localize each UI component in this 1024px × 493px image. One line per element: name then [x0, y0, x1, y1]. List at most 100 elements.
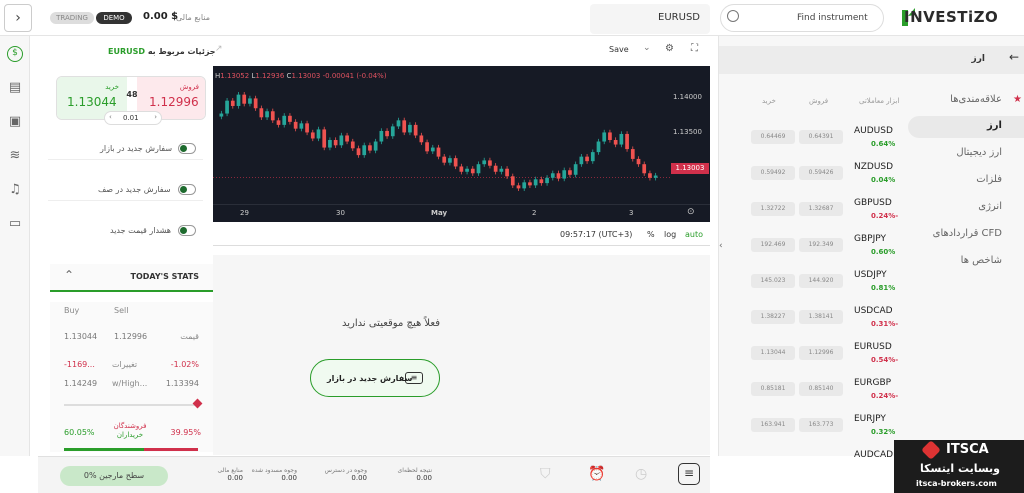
- save-button[interactable]: Save: [609, 45, 629, 54]
- instrument-sell-price[interactable]: 192.349: [799, 238, 843, 252]
- trade-icon[interactable]: $: [7, 46, 23, 62]
- category-energy[interactable]: انرژی: [978, 201, 1002, 212]
- instrument-row[interactable]: EURGBP 0.24%- 0.85140 0.85181: [719, 378, 909, 412]
- instrument-row[interactable]: GBPJPY 0.60% 192.349 192.469: [719, 234, 909, 268]
- instrument-buy-price[interactable]: 145.023: [751, 274, 795, 288]
- candle-body: [390, 126, 395, 137]
- stats-highlow-label: w/High...: [112, 379, 148, 388]
- instrument-row[interactable]: NZDUSD 0.04% 0.59426 0.59492: [719, 162, 909, 196]
- order-option-market[interactable]: سفارش جدید در بازار: [48, 140, 203, 160]
- demo-badge[interactable]: DEMO: [96, 12, 132, 24]
- instrument-buy-price[interactable]: 0.64469: [751, 130, 795, 144]
- fullscreen-icon[interactable]: ⛶: [691, 43, 698, 54]
- pending-order-toggle[interactable]: [178, 184, 196, 195]
- candle-body: [310, 132, 315, 139]
- instrument-sell-price[interactable]: 163.773: [799, 418, 843, 432]
- clock-icon[interactable]: ◷: [635, 466, 647, 482]
- instrument-row[interactable]: AUDCAD: [719, 450, 909, 484]
- auto-scale-button[interactable]: auto: [685, 230, 703, 239]
- wallet-icon[interactable]: ▣: [7, 114, 23, 130]
- percent-scale-button[interactable]: %: [647, 230, 655, 239]
- summary-available-label: وجوه در دسترس: [324, 467, 367, 474]
- instrument-sell-price[interactable]: 1.32687: [799, 202, 843, 216]
- instrument-list-panel: ‹ ← ارز ★ علاقه‌مندی‌ها ارز ارز دیجیتال …: [718, 36, 1024, 460]
- price-alert-toggle[interactable]: [178, 225, 196, 236]
- market-order-toggle[interactable]: [178, 143, 196, 154]
- category-favorites[interactable]: علاقه‌مندی‌ها: [950, 94, 1002, 105]
- lot-decrease-icon[interactable]: ‹: [109, 113, 112, 121]
- instrument-row[interactable]: EURJPY 0.32% 163.773 163.941: [719, 414, 909, 448]
- instrument-buy-price[interactable]: 0.59492: [751, 166, 795, 180]
- instrument-sell-price[interactable]: 1.38141: [799, 310, 843, 324]
- summary-funds-value: 0.00: [227, 474, 243, 482]
- chevron-up-icon[interactable]: ⌃: [64, 268, 74, 282]
- lot-increase-icon[interactable]: ›: [154, 113, 157, 121]
- instrument-row[interactable]: AUDUSD 0.64% 0.64391 0.64469: [719, 126, 909, 160]
- buyers-label: خریداران: [116, 431, 144, 439]
- check-shield-icon[interactable]: ⛉: [540, 466, 551, 482]
- save-dropdown-chevron-icon[interactable]: ⌄: [643, 43, 651, 53]
- price-chart[interactable]: H1.13052 L1.12936 C1.13003 -0.00041 (-0.…: [213, 66, 710, 222]
- margin-level-badge[interactable]: سطح مارجین %0: [60, 466, 168, 486]
- instrument-buy-price[interactable]: 1.13044: [751, 346, 795, 360]
- summary-blocked-value: 0.00: [281, 474, 297, 482]
- candle-body: [322, 129, 327, 148]
- alarm-icon[interactable]: ⏰: [588, 466, 605, 482]
- candle-body: [362, 145, 367, 156]
- instrument-symbol: EURJPY: [854, 414, 886, 424]
- log-scale-button[interactable]: log: [664, 230, 676, 239]
- symbol-tab[interactable]: EURUSD: [590, 4, 710, 34]
- new-market-order-button[interactable]: ≡ سفارش جدید در بازار: [310, 359, 440, 397]
- instrument-buy-price[interactable]: 1.32722: [751, 202, 795, 216]
- undo-arrow-icon[interactable]: ↗: [215, 44, 223, 54]
- instrument-symbol: GBPJPY: [854, 234, 886, 244]
- y-tick-2: 1.13500: [673, 128, 702, 136]
- instrument-sell-price[interactable]: 0.59426: [799, 166, 843, 180]
- portfolio-icon[interactable]: ▤: [7, 80, 23, 96]
- instrument-row[interactable]: EURUSD 0.54%- 1.12996 1.13044: [719, 342, 909, 376]
- instrument-buy-price[interactable]: 192.469: [751, 238, 795, 252]
- back-arrow-icon[interactable]: ←: [1009, 50, 1019, 64]
- candle-body: [288, 115, 292, 122]
- instrument-buy-price[interactable]: 163.941: [751, 418, 795, 432]
- candle-body: [476, 164, 481, 174]
- today-stats-header[interactable]: ⌃ TODAY'S STATS: [50, 264, 213, 292]
- instrument-row[interactable]: USDJPY 0.81% 144.920 145.023: [719, 270, 909, 304]
- category-metals[interactable]: فلزات: [976, 174, 1002, 185]
- category-crypto[interactable]: ارز دیجیتال: [956, 147, 1002, 158]
- collapse-toggle-button[interactable]: ›: [4, 4, 32, 32]
- instrument-change: 0.31%-: [871, 320, 899, 328]
- category-currency-active[interactable]: [908, 116, 1024, 138]
- candle-body: [533, 179, 538, 186]
- candle-body: [270, 111, 275, 121]
- candle-body: [293, 121, 298, 129]
- category-title: ارز: [971, 54, 985, 64]
- instrument-buy-price[interactable]: 1.38227: [751, 310, 795, 324]
- instrument-sell-price[interactable]: 1.12996: [799, 346, 843, 360]
- sentiment-bar-buyers: [64, 448, 144, 451]
- chart-settings-gear-icon[interactable]: ⊙: [687, 207, 695, 217]
- chat-icon[interactable]: ▭: [7, 216, 23, 232]
- category-cfd[interactable]: قراردادهای CFD: [933, 228, 1002, 239]
- instrument-sell-price[interactable]: 0.85140: [799, 382, 843, 396]
- candle-body: [225, 100, 229, 114]
- trading-mode-badge[interactable]: TRADING: [50, 12, 94, 24]
- instrument-sell-price[interactable]: 144.920: [799, 274, 843, 288]
- signal-icon[interactable]: ≋: [7, 148, 23, 164]
- x-tick-30: 30: [336, 209, 345, 217]
- balance-value: 0.00 $: [143, 11, 179, 22]
- search-box[interactable]: Find instrument: [720, 4, 884, 32]
- chart-settings-icon[interactable]: ⚙: [665, 43, 674, 54]
- instrument-row[interactable]: GBPUSD 0.24%- 1.32687 1.32722: [719, 198, 909, 232]
- instrument-buy-price[interactable]: 0.85181: [751, 382, 795, 396]
- orders-list-icon[interactable]: ≡: [678, 463, 700, 485]
- instrument-row[interactable]: USDCAD 0.31%- 1.38141 1.38227: [719, 306, 909, 340]
- candle-body: [602, 132, 607, 142]
- category-indices[interactable]: شاخص ها: [961, 255, 1002, 266]
- instrument-sell-price[interactable]: 0.64391: [799, 130, 843, 144]
- category-currency[interactable]: ارز: [987, 120, 1002, 131]
- bell-icon[interactable]: ♫: [7, 182, 23, 198]
- order-option-alert[interactable]: هشدار قیمت جدید: [48, 222, 203, 242]
- order-option-pending[interactable]: سفارش جدید در صف: [48, 181, 203, 201]
- lot-stepper[interactable]: ‹ 0.01 ›: [104, 111, 162, 125]
